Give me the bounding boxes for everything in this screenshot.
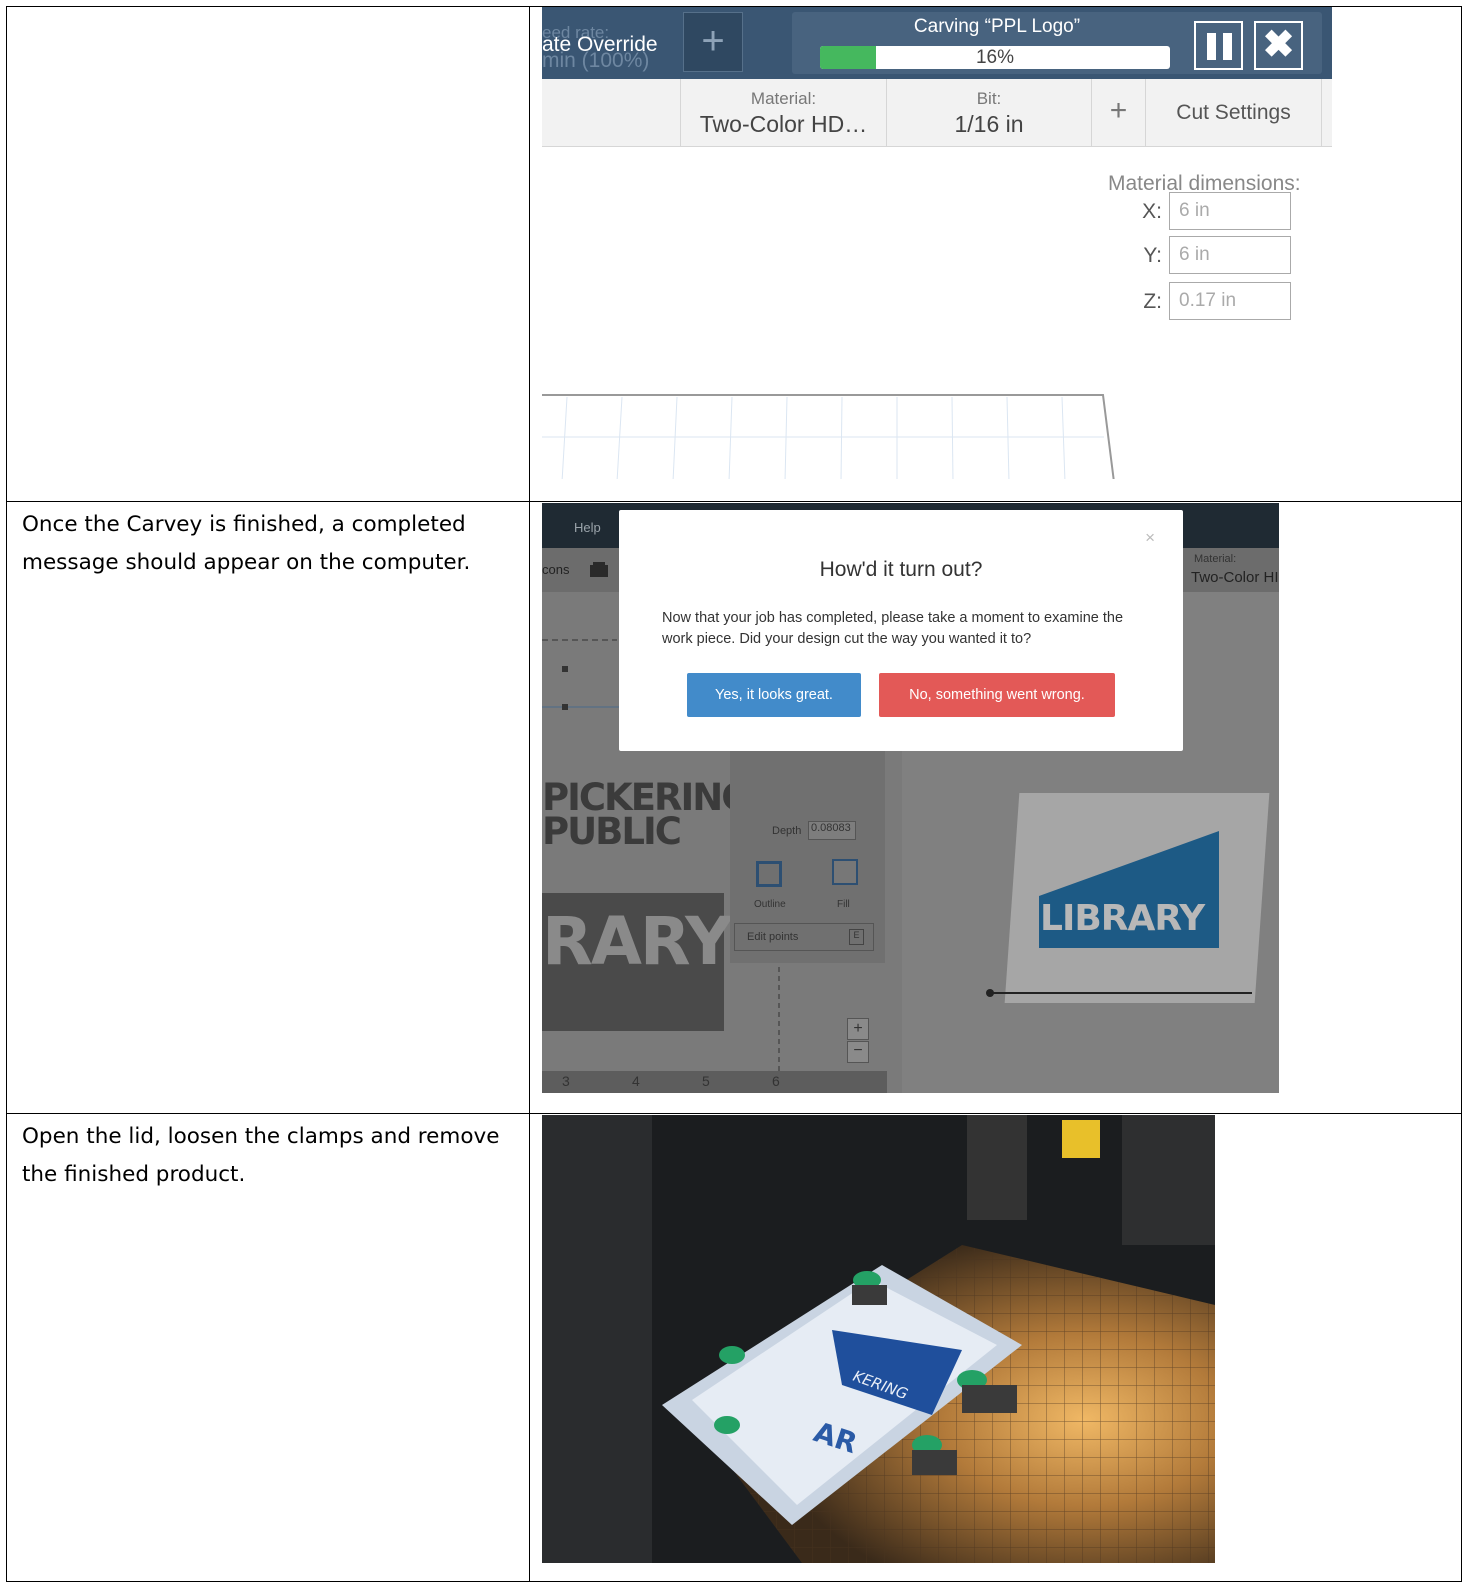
table-row-divider-1	[6, 501, 1462, 502]
cancel-carve-button[interactable]: ✖	[1254, 21, 1303, 70]
preview-text-library: LIBRARY	[1040, 898, 1205, 939]
menu-help[interactable]: Help	[574, 520, 601, 535]
material-value: Two-Color HD…	[699, 111, 868, 137]
close-icon: ✖	[1262, 24, 1295, 66]
progress-percent: 16%	[975, 47, 1015, 68]
fill-icon[interactable]	[832, 859, 858, 885]
canvas-text-rary: RARY	[542, 903, 733, 980]
pause-button[interactable]	[1194, 21, 1243, 70]
table-border-bottom	[6, 1581, 1462, 1582]
dimension-y-row: Y: 6 in	[1132, 236, 1292, 274]
step-3-text: Open the lid, loosen the clamps and remo…	[22, 1124, 500, 1187]
preview-axis	[986, 989, 1252, 997]
dimension-x-label: X:	[1142, 200, 1162, 223]
cut-settings-button[interactable]: Cut Settings	[1145, 79, 1322, 147]
dimension-x-input[interactable]: 6 in	[1169, 192, 1291, 230]
dimension-y-input[interactable]: 6 in	[1169, 236, 1291, 274]
bit-selector[interactable]: Bit: 1/16 in	[886, 79, 1091, 147]
carving-top-bar: eed rate: min (100%) ate Override + Carv…	[542, 7, 1332, 79]
material-label: Material:	[1194, 553, 1237, 565]
plus-icon: +	[1109, 94, 1128, 127]
table-column-divider	[529, 6, 530, 1582]
finished-product-photo: KERING AR	[542, 1115, 1215, 1563]
dimension-x-row: X: 6 in	[1132, 192, 1292, 230]
dimension-z-input[interactable]: 0.17 in	[1169, 282, 1291, 320]
carving-progress-screenshot: eed rate: min (100%) ate Override + Carv…	[542, 7, 1332, 479]
dialog-title: How'd it turn out?	[819, 558, 983, 581]
zoom-out-button[interactable]: −	[847, 1041, 869, 1063]
carving-progress-bar: 16%	[820, 46, 1170, 69]
dimension-y-label: Y:	[1143, 244, 1162, 267]
cut-settings-bar: Material: Two-Color HD… Bit: 1/16 in + C…	[542, 79, 1332, 147]
outline-label: Outline	[754, 899, 786, 910]
add-bit-button[interactable]: +	[1091, 79, 1145, 147]
pause-icon	[1207, 33, 1216, 60]
table-border-right	[1461, 6, 1462, 1582]
material-value[interactable]: Two-Color HI	[1191, 569, 1279, 586]
canvas-text-pickering: PICKERING PUBLIC	[542, 776, 752, 853]
zoom-in-button[interactable]: +	[847, 1018, 869, 1040]
edit-points-shortcut: E	[849, 929, 864, 945]
bit-value: 1/16 in	[954, 111, 1024, 137]
feed-rate-override-label: ate Override	[542, 33, 658, 56]
job-complete-screenshot: Help cons Material: Two-Color HI PICKERI…	[542, 503, 1279, 1093]
went-wrong-button[interactable]: No, something went wrong.	[879, 673, 1115, 717]
feed-rate-override: eed rate: min (100%) ate Override	[542, 15, 682, 75]
looks-great-button[interactable]: Yes, it looks great.	[687, 673, 861, 717]
workpiece-grid-preview	[542, 394, 1115, 479]
increase-feed-rate-button[interactable]: +	[683, 12, 743, 72]
bit-label: Bit:	[976, 89, 1002, 108]
dialog-message: Now that your job has completed, please …	[662, 610, 1124, 647]
toolbar-icons-label[interactable]: cons	[542, 562, 569, 577]
cut-settings-label: Cut Settings	[1176, 101, 1291, 124]
fill-label: Fill	[837, 899, 850, 910]
dialog-close-button[interactable]: ×	[1145, 528, 1155, 548]
edit-points-label: Edit points	[747, 931, 799, 943]
table-row-divider-2	[6, 1113, 1462, 1114]
material-selector[interactable]: Material: Two-Color HD…	[680, 79, 886, 147]
depth-input[interactable]: 0.08083	[808, 821, 856, 840]
carving-status-box: Carving “PPL Logo” 16% ✖	[792, 12, 1322, 74]
material-label: Material:	[750, 89, 817, 108]
box-icon[interactable]	[588, 560, 610, 580]
job-feedback-dialog: × How'd it turn out? Now that your job h…	[619, 510, 1183, 751]
carvey-bed-photo: KERING AR	[542, 1115, 1215, 1563]
depth-label: Depth	[772, 825, 802, 837]
dimension-z-label: Z:	[1143, 290, 1162, 313]
step-2-text: Once the Carvey is finished, a completed…	[22, 512, 471, 575]
horizontal-ruler: 3 4 5 6	[542, 1071, 887, 1093]
outline-icon[interactable]	[756, 861, 782, 887]
carving-title: Carving “PPL Logo”	[913, 16, 1081, 37]
dimension-z-row: Z: 0.17 in	[1132, 282, 1292, 320]
table-border-left	[6, 6, 7, 1582]
